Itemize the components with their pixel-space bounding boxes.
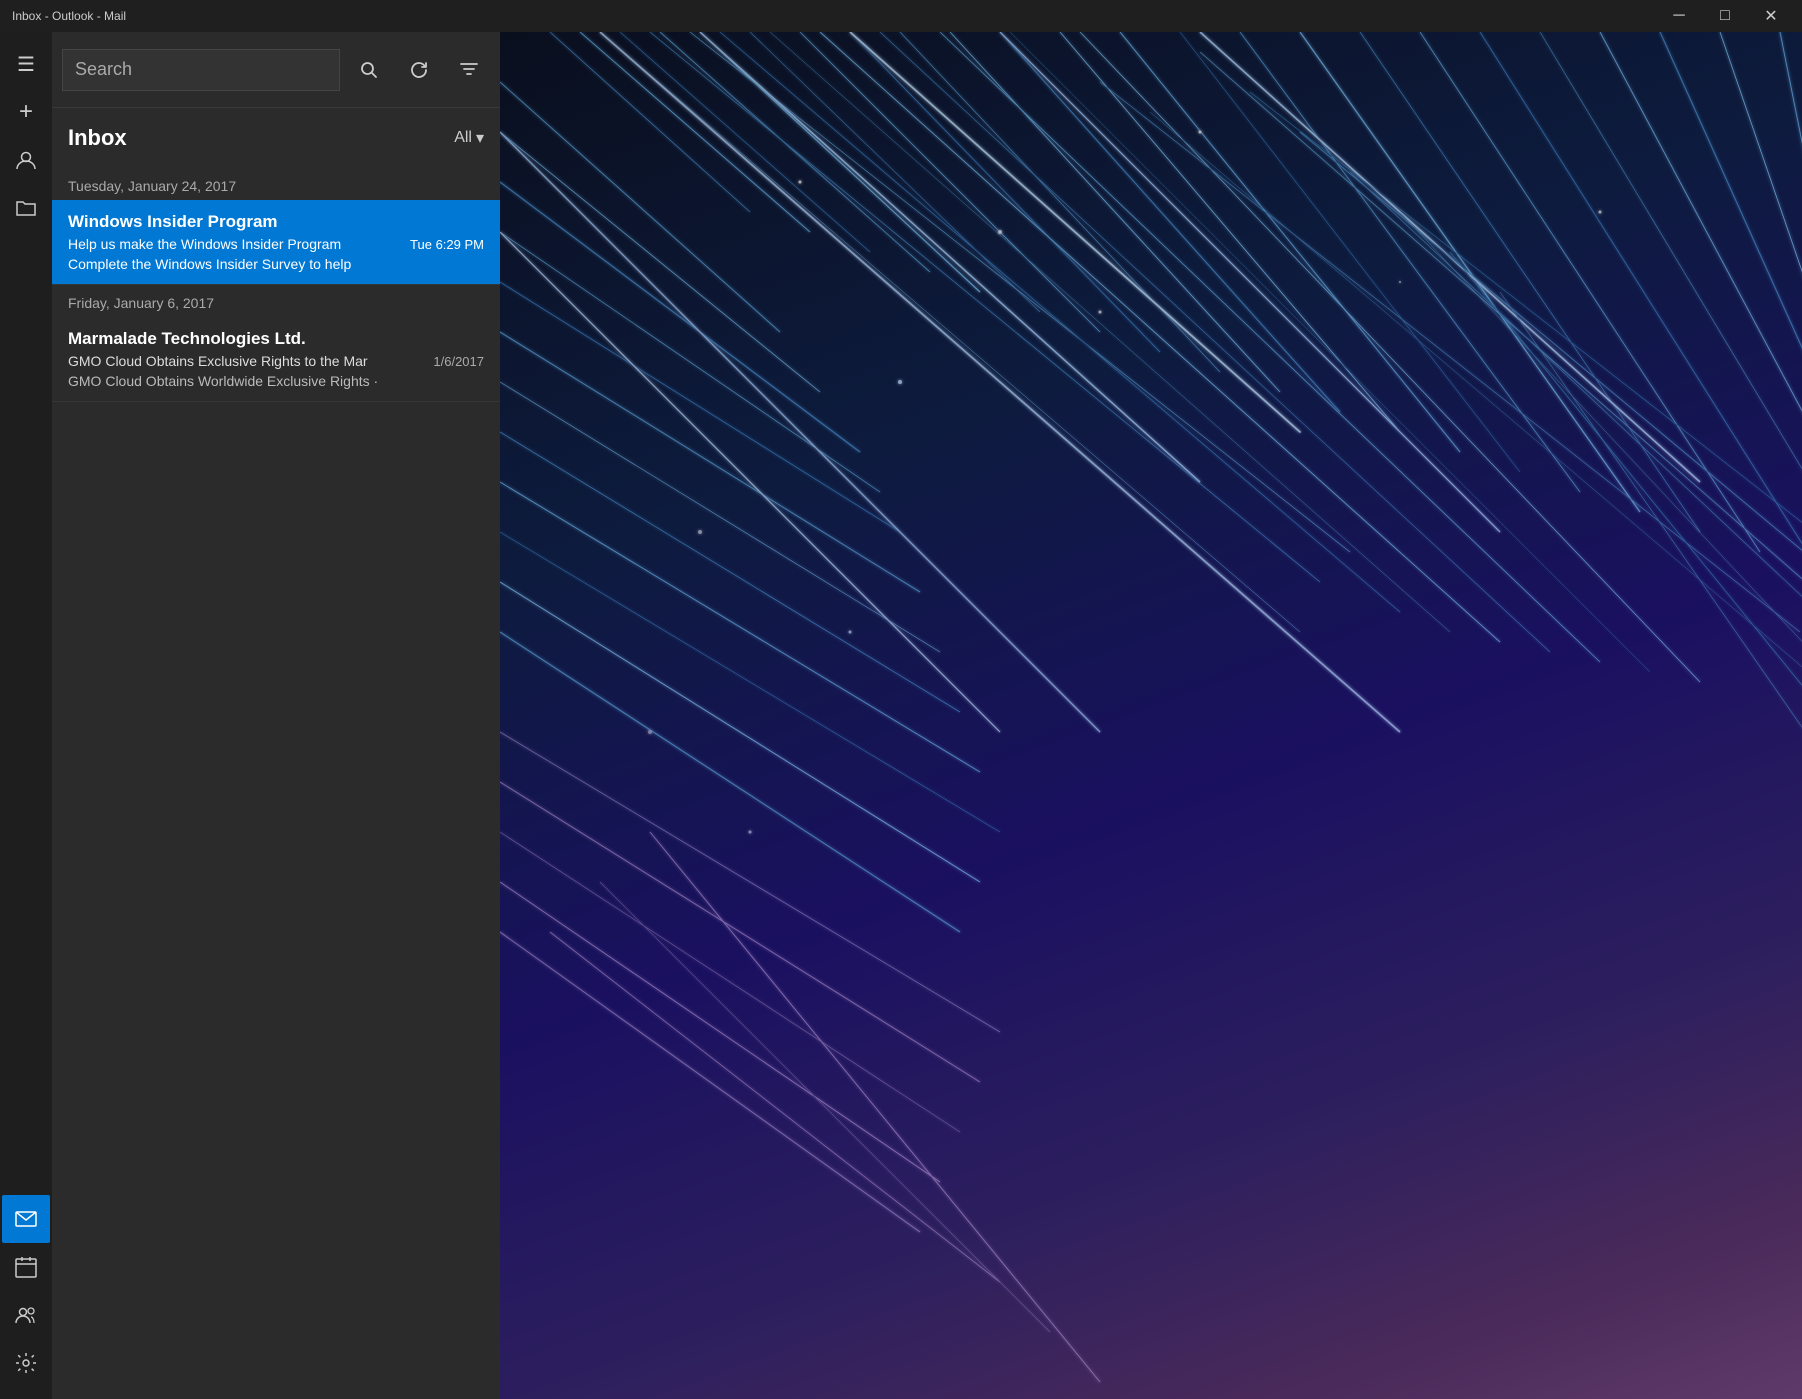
email-preview-2: GMO Cloud Obtains Worldwide Exclusive Ri… xyxy=(68,373,484,389)
filter-button[interactable]: All ▾ xyxy=(454,128,484,148)
mail-icon[interactable] xyxy=(2,1195,50,1243)
hamburger-icon[interactable]: ☰ xyxy=(2,40,50,88)
nav-strip: ☰ + xyxy=(0,32,52,1399)
email-time-1: Tue 6:29 PM xyxy=(410,237,484,252)
sync-button[interactable] xyxy=(398,49,440,91)
email-time-2: 1/6/2017 xyxy=(433,354,484,369)
title-bar: Inbox - Outlook - Mail ─ □ ✕ xyxy=(0,0,1802,32)
filter-arrow: ▾ xyxy=(476,128,484,148)
email-subject-1: Help us make the Windows Insider Program xyxy=(68,236,402,252)
folder-icon[interactable] xyxy=(2,184,50,232)
settings-icon[interactable] xyxy=(2,1339,50,1387)
compose-icon[interactable]: + xyxy=(2,88,50,136)
people-icon[interactable] xyxy=(2,1291,50,1339)
app-container: ☰ + xyxy=(0,32,1802,1399)
email-row2-2: GMO Cloud Obtains Exclusive Rights to th… xyxy=(68,353,484,369)
inbox-title: Inbox xyxy=(68,125,127,151)
account-icon[interactable] xyxy=(2,136,50,184)
search-input-wrapper[interactable] xyxy=(62,49,340,91)
email-item-2[interactable]: Marmalade Technologies Ltd. GMO Cloud Ob… xyxy=(52,317,500,402)
email-sender-1: Windows Insider Program xyxy=(68,212,484,232)
maximize-button[interactable]: □ xyxy=(1702,0,1748,32)
inbox-header: Inbox All ▾ xyxy=(52,108,500,168)
date-separator-1: Tuesday, January 24, 2017 xyxy=(52,168,500,200)
window-title: Inbox - Outlook - Mail xyxy=(12,9,126,23)
sidebar: Inbox All ▾ Tuesday, January 24, 2017 Wi… xyxy=(52,32,500,1399)
window-controls: ─ □ ✕ xyxy=(1656,0,1794,32)
email-subject-2: GMO Cloud Obtains Exclusive Rights to th… xyxy=(68,353,425,369)
email-list: Tuesday, January 24, 2017 Windows Inside… xyxy=(52,168,500,1399)
email-sender-2: Marmalade Technologies Ltd. xyxy=(68,329,484,349)
star-trails-svg xyxy=(500,32,1802,1399)
search-bar xyxy=(52,32,500,108)
email-row2-1: Help us make the Windows Insider Program… xyxy=(68,236,484,252)
calendar-icon[interactable] xyxy=(2,1243,50,1291)
background-canvas xyxy=(500,32,1802,1399)
filter-label: All xyxy=(454,129,472,147)
search-input[interactable] xyxy=(75,59,327,80)
date-separator-2: Friday, January 6, 2017 xyxy=(52,285,500,317)
close-button[interactable]: ✕ xyxy=(1748,0,1794,32)
filter-icon[interactable] xyxy=(448,49,490,91)
main-content xyxy=(500,32,1802,1399)
email-item-1[interactable]: Windows Insider Program Help us make the… xyxy=(52,200,500,285)
email-preview-1: Complete the Windows Insider Survey to h… xyxy=(68,256,484,272)
search-button[interactable] xyxy=(348,49,390,91)
minimize-button[interactable]: ─ xyxy=(1656,0,1702,32)
